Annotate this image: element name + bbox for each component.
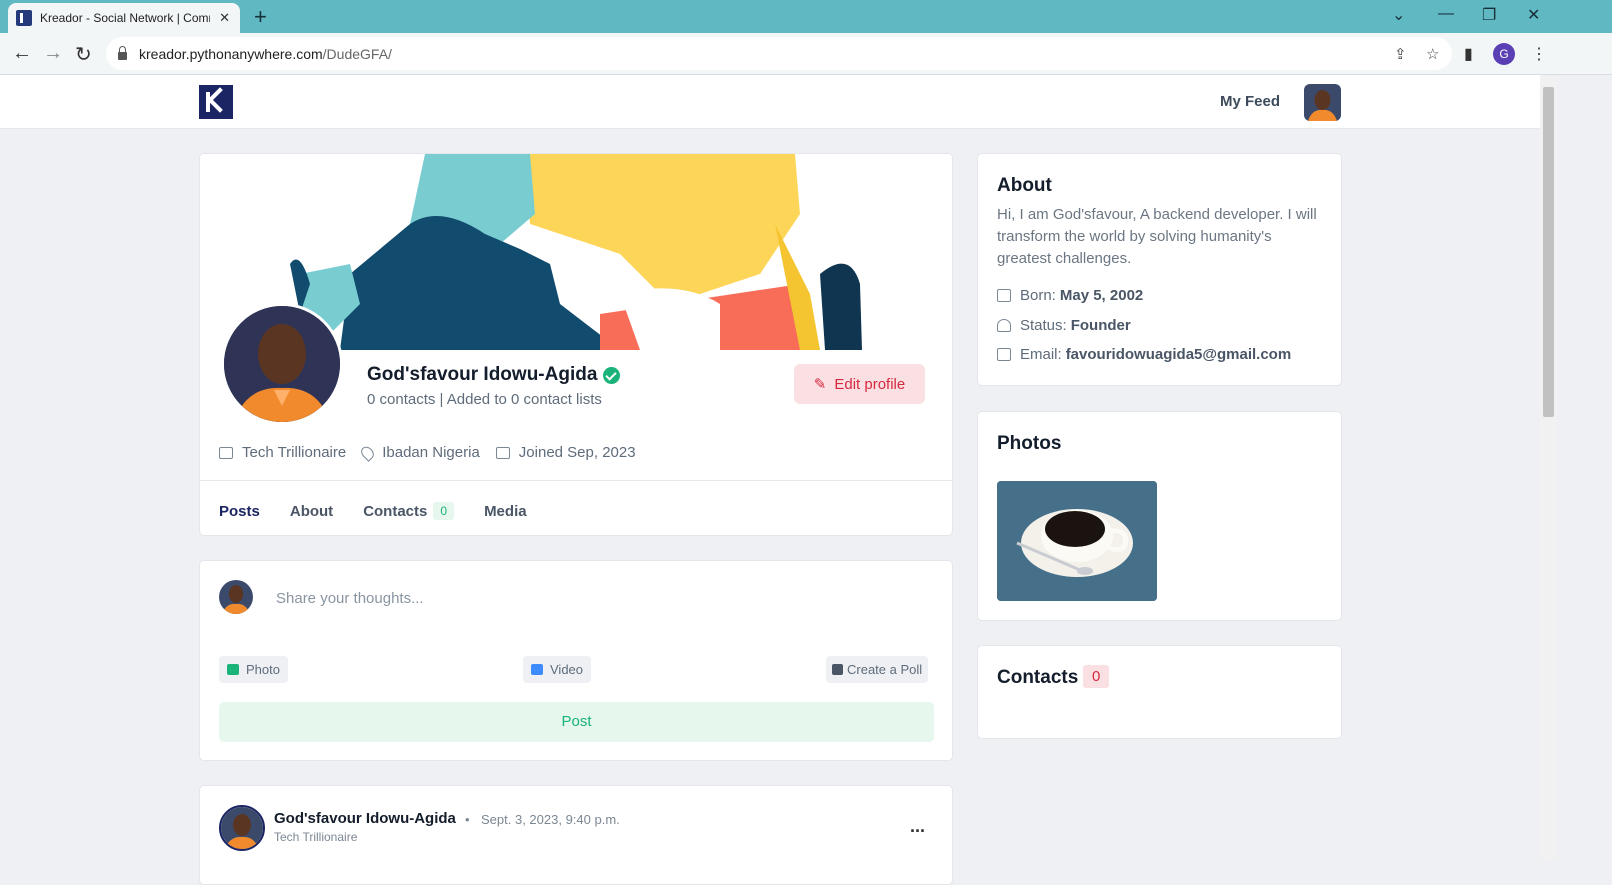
- edit-profile-label: Edit profile: [834, 375, 906, 393]
- photo-label: Photo: [246, 662, 280, 677]
- status-label: Status:: [1020, 317, 1067, 334]
- url-host: kreador.pythonanywhere.com: [139, 45, 323, 62]
- profile-divider: [200, 480, 952, 481]
- profile-tabs: Posts About Contacts 0 Media: [219, 502, 557, 520]
- browser-profile-avatar[interactable]: G: [1493, 43, 1515, 65]
- born-value: May 5, 2002: [1059, 287, 1144, 304]
- profile-name-text: God'sfavour Idowu-Agida: [367, 364, 598, 385]
- envelope-icon: [997, 348, 1011, 361]
- tab-contacts[interactable]: Contacts 0: [363, 502, 455, 520]
- video-camera-icon: [531, 664, 543, 675]
- tab-title: Kreador - Social Network | Comm: [40, 11, 210, 25]
- post-button[interactable]: Post: [219, 702, 934, 742]
- create-poll-label: Create a Poll: [847, 662, 923, 677]
- born-label: Born:: [1020, 287, 1056, 304]
- post-date: Sept. 3, 2023, 9:40 p.m.: [481, 812, 620, 827]
- share-icon[interactable]: ⇪: [1394, 45, 1407, 63]
- poll-icon: [832, 664, 843, 675]
- profile-avatar[interactable]: [221, 303, 343, 425]
- browser-tab-bar: Kreador - Social Network | Comm ✕ + ⌄ — …: [0, 0, 1612, 33]
- status-row: Status: Founder: [997, 317, 1131, 334]
- edit-profile-button[interactable]: ✎ Edit profile: [794, 364, 925, 404]
- contacts-count-badge: 0: [433, 502, 455, 520]
- browser-menu-icon[interactable]: ⋮: [1531, 44, 1547, 64]
- kreador-logo[interactable]: [199, 85, 233, 119]
- restore-icon[interactable]: ❐: [1482, 5, 1496, 25]
- image-icon: [227, 664, 239, 675]
- browser-toolbar: ← → ↻ kreador.pythonanywhere.com/DudeGFA…: [0, 33, 1612, 75]
- location-pin-icon: [358, 443, 377, 462]
- header-user-avatar[interactable]: [1304, 84, 1341, 121]
- page-scrollbar[interactable]: [1540, 75, 1557, 860]
- create-poll-button[interactable]: Create a Poll: [826, 656, 929, 683]
- contacts-title: Contacts: [997, 667, 1079, 688]
- occupation-text: Tech Trillionaire: [242, 444, 347, 461]
- back-icon[interactable]: ←: [12, 42, 32, 65]
- profile-stats: 0 contacts | Added to 0 contact lists: [367, 391, 602, 408]
- kreador-favicon-icon: [16, 10, 32, 26]
- minimize-icon[interactable]: —: [1438, 5, 1454, 23]
- forward-icon[interactable]: →: [43, 42, 63, 65]
- new-tab-icon[interactable]: +: [254, 4, 267, 30]
- composer-avatar: [219, 580, 253, 614]
- tab-close-icon[interactable]: ✕: [219, 10, 230, 26]
- post-separator: •: [465, 812, 470, 827]
- calendar-icon: [495, 446, 510, 459]
- email-row: Email: favouridowuagida5@gmail.com: [997, 346, 1291, 363]
- post-card: God'sfavour Idowu-Agida • Sept. 3, 2023,…: [199, 785, 953, 885]
- post-composer: Share your thoughts... Photo Video Creat…: [199, 560, 953, 761]
- profile-name: God'sfavour Idowu-Agida: [367, 364, 621, 386]
- tab-search-icon[interactable]: ⌄: [1392, 5, 1405, 25]
- pencil-icon: ✎: [813, 376, 827, 393]
- photos-title: Photos: [997, 433, 1062, 454]
- calendar-icon: [997, 289, 1011, 302]
- photos-card: Photos: [977, 411, 1342, 621]
- profile-card: God'sfavour Idowu-Agida 0 contacts | Add…: [199, 153, 953, 536]
- share-thoughts-input[interactable]: Share your thoughts...: [276, 590, 424, 607]
- post-author-name[interactable]: God'sfavour Idowu-Agida: [274, 810, 456, 827]
- about-card: About Hi, I am God'sfavour, A backend de…: [977, 153, 1342, 386]
- address-bar[interactable]: kreador.pythonanywhere.com/DudeGFA/ ⇪ ☆: [106, 37, 1452, 70]
- photo-button[interactable]: Photo: [219, 656, 288, 683]
- joined-text: Joined Sep, 2023: [518, 444, 636, 461]
- tab-about[interactable]: About: [290, 502, 333, 520]
- profile-meta: Tech Trillionaire Ibadan Nigeria Joined …: [219, 443, 652, 462]
- contacts-count-badge: 0: [1083, 665, 1110, 688]
- reload-icon[interactable]: ↻: [75, 42, 92, 67]
- video-label: Video: [550, 662, 584, 677]
- location-text: Ibadan Nigeria: [382, 444, 480, 461]
- bookmark-star-icon[interactable]: ☆: [1426, 45, 1439, 63]
- verified-badge-icon: [603, 366, 621, 384]
- close-window-icon[interactable]: ✕: [1527, 5, 1540, 25]
- tab-media[interactable]: Media: [484, 502, 527, 520]
- heart-icon: [997, 319, 1011, 332]
- about-title: About: [997, 175, 1052, 196]
- about-bio: Hi, I am God'sfavour, A backend develope…: [997, 206, 1317, 267]
- contacts-card: Contacts 0: [977, 645, 1342, 739]
- browser-tab[interactable]: Kreador - Social Network | Comm ✕: [8, 3, 240, 33]
- scrollbar-thumb[interactable]: [1543, 87, 1554, 417]
- post-author-subtitle: Tech Trillionaire: [274, 830, 358, 844]
- coffee-cup-photo[interactable]: [997, 481, 1157, 601]
- post-author-avatar[interactable]: [219, 805, 265, 851]
- site-header: My Feed: [0, 75, 1540, 129]
- lock-icon: [118, 45, 127, 60]
- tab-posts[interactable]: Posts: [219, 502, 260, 520]
- video-button[interactable]: Video: [523, 656, 592, 683]
- status-value: Founder: [1070, 317, 1131, 334]
- side-panel-icon[interactable]: ▮: [1464, 44, 1473, 64]
- url-path: /DudeGFA/: [322, 45, 392, 62]
- email-label: Email:: [1020, 346, 1062, 363]
- briefcase-icon: [219, 446, 233, 459]
- tab-contacts-label: Contacts: [363, 502, 428, 520]
- born-row: Born: May 5, 2002: [997, 287, 1143, 304]
- email-value: favouridowuagida5@gmail.com: [1065, 346, 1292, 363]
- post-options-icon[interactable]: ...: [910, 816, 925, 837]
- my-feed-link[interactable]: My Feed: [1220, 93, 1280, 110]
